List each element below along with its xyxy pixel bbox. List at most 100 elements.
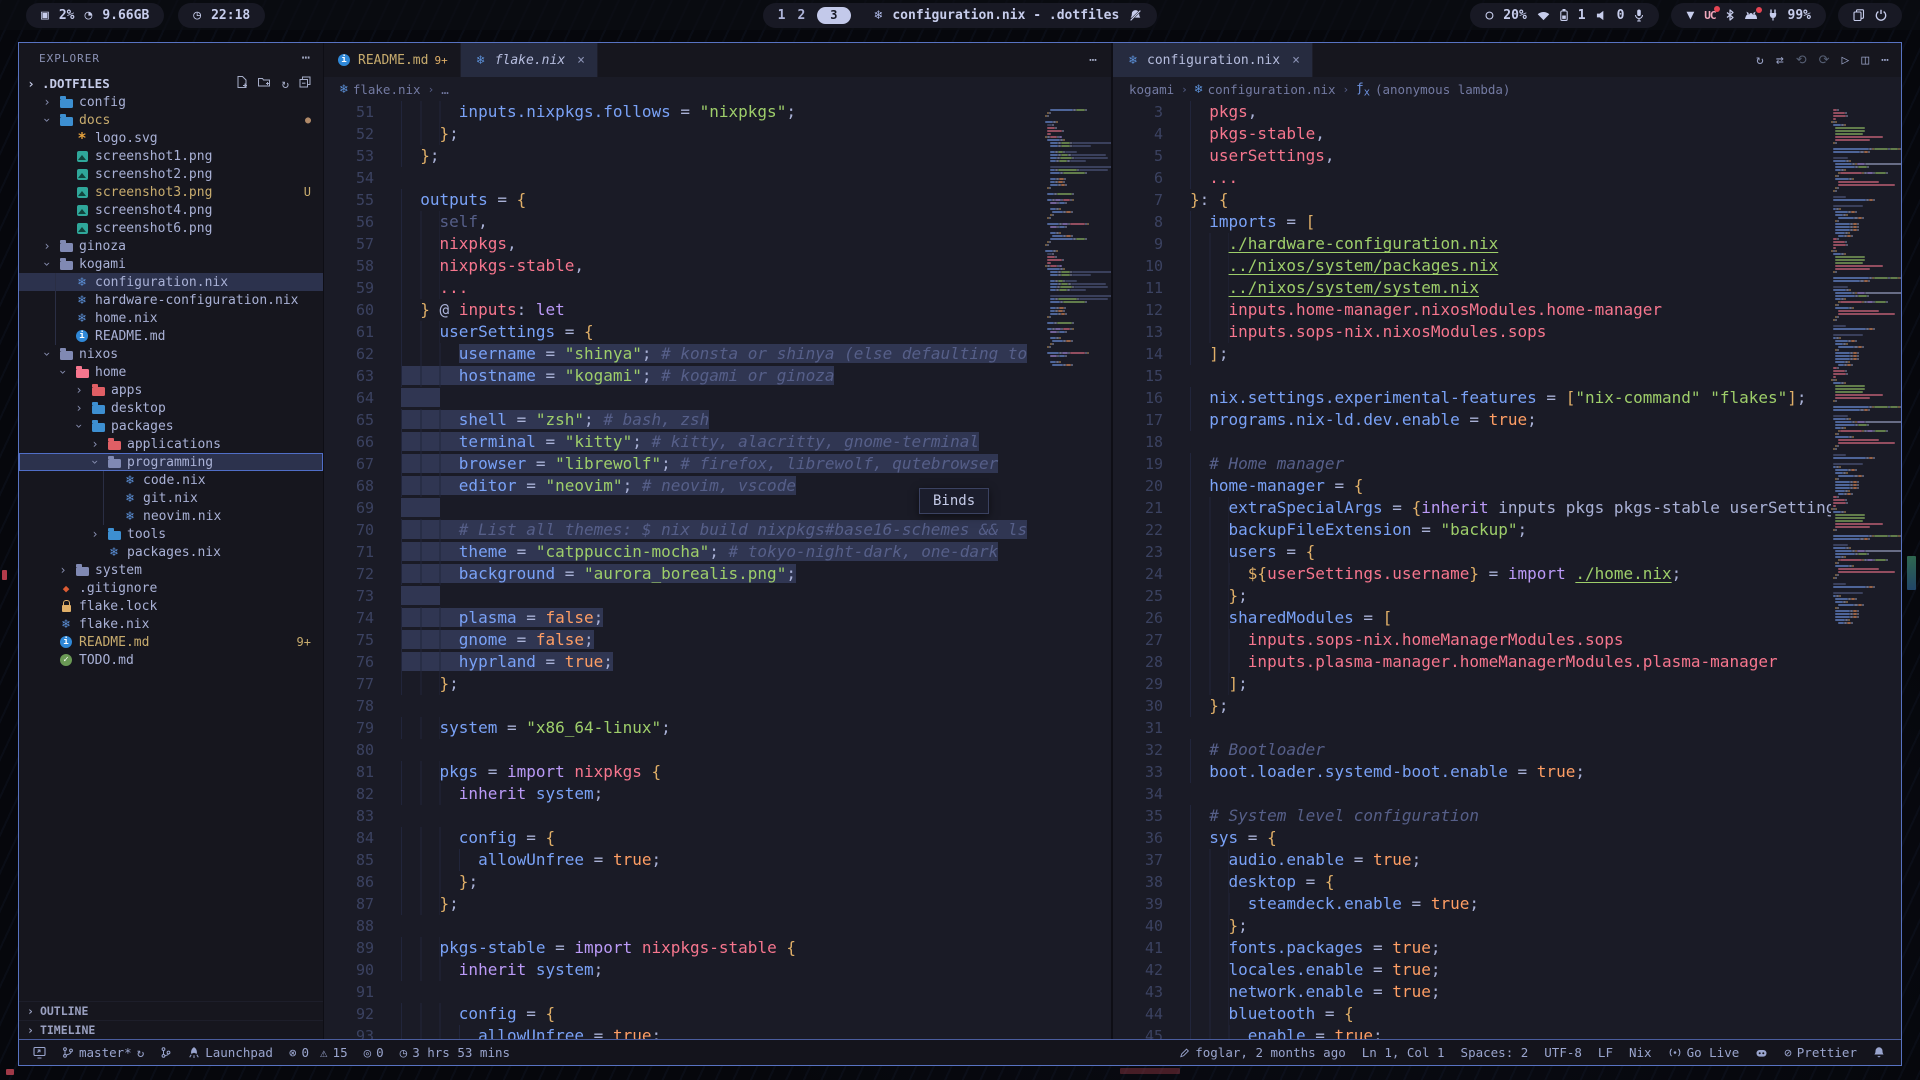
- session-pill[interactable]: [1838, 3, 1902, 28]
- go-live-button[interactable]: Go Live: [1668, 1045, 1740, 1060]
- collapse-folders-button[interactable]: [299, 76, 311, 91]
- tree-item-home.nix[interactable]: ❄home.nix: [19, 309, 323, 327]
- tree-item-ginoza[interactable]: ›ginoza: [19, 237, 323, 255]
- code-line[interactable]: 93 allowUnfree = true;: [324, 1025, 1111, 1039]
- code-line[interactable]: 15: [1113, 365, 1901, 387]
- tree-item-tools[interactable]: ›tools: [19, 525, 323, 543]
- more-tabs-icon[interactable]: ⋯: [1089, 53, 1097, 68]
- time-tracker[interactable]: ◷ 3 hrs 53 mins: [400, 1045, 510, 1060]
- code-line[interactable]: 33 boot.loader.systemd-boot.enable = tru…: [1113, 761, 1901, 783]
- code-line[interactable]: 35 # System level configuration: [1113, 805, 1901, 827]
- hardware-pill[interactable]: ○ 20% 1 0: [1470, 3, 1659, 28]
- code-line[interactable]: 22 backupFileExtension = "backup";: [1113, 519, 1901, 541]
- tab-readme.md[interactable]: iREADME.md9+: [324, 43, 461, 77]
- code-line[interactable]: 83: [324, 805, 1111, 827]
- code-line[interactable]: 90 inherit system;: [324, 959, 1111, 981]
- code-line[interactable]: 37 audio.enable = true;: [1113, 849, 1901, 871]
- minimap[interactable]: [1043, 105, 1105, 367]
- code-line[interactable]: 45 enable = true;: [1113, 1025, 1901, 1039]
- tree-item-screenshot1.png[interactable]: screenshot1.png: [19, 147, 323, 165]
- tree-item-kogami[interactable]: ›kogami: [19, 255, 323, 273]
- code-line[interactable]: 30 };: [1113, 695, 1901, 717]
- code-line[interactable]: 32 # Bootloader: [1113, 739, 1901, 761]
- run-file-icon[interactable]: ▷: [1842, 53, 1850, 68]
- tree-item-applications[interactable]: ›applications: [19, 435, 323, 453]
- git-branch-indicator[interactable]: master* ↻: [62, 1045, 144, 1060]
- tree-item-config[interactable]: ›config: [19, 93, 323, 111]
- code-line[interactable]: 67 browser = "librewolf"; # firefox, lib…: [324, 453, 1111, 475]
- code-line[interactable]: 55 outputs = {: [324, 189, 1111, 211]
- code-line[interactable]: 70 # List all themes: $ nix build nixpkg…: [324, 519, 1111, 541]
- code-line[interactable]: 72 background = "aurora_borealis.png";: [324, 563, 1111, 585]
- code-line[interactable]: 82 inherit system;: [324, 783, 1111, 805]
- code-line[interactable]: 42 locales.enable = true;: [1113, 959, 1901, 981]
- code-line[interactable]: 64: [324, 387, 1111, 409]
- code-line[interactable]: 40 };: [1113, 915, 1901, 937]
- code-line[interactable]: 12 inputs.home-manager.nixosModules.home…: [1113, 299, 1901, 321]
- indentation-setting[interactable]: Spaces: 2: [1461, 1045, 1529, 1060]
- code-line[interactable]: 8 imports = [: [1113, 211, 1901, 233]
- git-blame-annotation[interactable]: foglar, 2 months ago: [1179, 1045, 1346, 1060]
- code-line[interactable]: 77 };: [324, 673, 1111, 695]
- tree-item-todo.md[interactable]: ✓TODO.md: [19, 651, 323, 669]
- code-line[interactable]: 61 userSettings = {: [324, 321, 1111, 343]
- code-line[interactable]: 27 inputs.sops-nix.homeManagerModules.so…: [1113, 629, 1901, 651]
- code-line[interactable]: 21 extraSpecialArgs = {inherit inputs pk…: [1113, 497, 1901, 519]
- clipboard-icon[interactable]: [1853, 9, 1865, 21]
- launchpad-button[interactable]: Launchpad: [188, 1045, 273, 1060]
- code-line[interactable]: 16 nix.settings.experimental-features = …: [1113, 387, 1901, 409]
- tree-item-packages.nix[interactable]: ❄packages.nix: [19, 543, 323, 561]
- new-folder-button[interactable]: [258, 76, 271, 91]
- tree-item-hardware-configuration.nix[interactable]: ❄hardware-configuration.nix: [19, 291, 323, 309]
- breadcrumb-item[interactable]: ƒx(anonymous lambda): [1356, 80, 1510, 99]
- breadcrumb-item[interactable]: ❄configuration.nix: [1195, 82, 1336, 97]
- tab-configuration.nix[interactable]: ❄configuration.nix×: [1113, 43, 1313, 77]
- code-line[interactable]: 10 ../nixos/system/packages.nix: [1113, 255, 1901, 277]
- workspace-1[interactable]: 1: [778, 8, 786, 23]
- devices-pill[interactable]: ▼ UC 99%: [1671, 3, 1826, 28]
- code-line[interactable]: 24 ${userSettings.username} = import ./h…: [1113, 563, 1901, 585]
- code-line[interactable]: 59 ...: [324, 277, 1111, 299]
- tree-item-screenshot6.png[interactable]: screenshot6.png: [19, 219, 323, 237]
- code-line[interactable]: 52 };: [324, 123, 1111, 145]
- tree-item-neovim.nix[interactable]: ❄neovim.nix: [19, 507, 323, 525]
- copilot-button[interactable]: [1755, 1047, 1768, 1059]
- code-line[interactable]: 74 plasma = false;: [324, 607, 1111, 629]
- minimap[interactable]: [1831, 105, 1899, 625]
- code-line[interactable]: 62 username = "shinya"; # konsta or shin…: [324, 343, 1111, 365]
- tree-item-desktop[interactable]: ›desktop: [19, 399, 323, 417]
- close-tab-icon[interactable]: ×: [577, 53, 585, 68]
- code-line[interactable]: 38 desktop = {: [1113, 871, 1901, 893]
- tab-flake.nix[interactable]: ❄flake.nix×: [461, 43, 598, 77]
- code-line[interactable]: 75 gnome = false;: [324, 629, 1111, 651]
- code-line[interactable]: 69: [324, 497, 1111, 519]
- code-line[interactable]: 29 ];: [1113, 673, 1901, 695]
- code-line[interactable]: 44 bluetooth = {: [1113, 1003, 1901, 1025]
- tree-item-docs[interactable]: ›docs●: [19, 111, 323, 129]
- timeline-icon[interactable]: ↻: [1756, 53, 1764, 68]
- code-line[interactable]: 34: [1113, 783, 1901, 805]
- tree-item-screenshot3.png[interactable]: screenshot3.pngU: [19, 183, 323, 201]
- tree-item-.gitignore[interactable]: ◆.gitignore: [19, 579, 323, 597]
- code-editor-flake-nix[interactable]: 51 inputs.nixpkgs.follows = "nixpkgs";52…: [324, 101, 1111, 1039]
- code-line[interactable]: 56 self,: [324, 211, 1111, 233]
- tree-item-screenshot2.png[interactable]: screenshot2.png: [19, 165, 323, 183]
- code-line[interactable]: 66 terminal = "kitty"; # kitty, alacritt…: [324, 431, 1111, 453]
- open-changes-icon[interactable]: ⇄: [1776, 53, 1784, 68]
- split-editor-icon[interactable]: ◫: [1861, 53, 1869, 68]
- encoding-setting[interactable]: UTF-8: [1544, 1045, 1582, 1060]
- tree-item-git.nix[interactable]: ❄git.nix: [19, 489, 323, 507]
- tree-item-nixos[interactable]: ›nixos: [19, 345, 323, 363]
- clock-pill[interactable]: ◷ 22:18: [178, 3, 265, 28]
- breadcrumb-left[interactable]: ❄flake.nix›…: [324, 77, 1111, 101]
- tree-root-dotfiles[interactable]: › .DOTFILES ↻: [19, 73, 323, 93]
- code-line[interactable]: 73: [324, 585, 1111, 607]
- notification-mute-icon[interactable]: [1129, 9, 1142, 22]
- code-line[interactable]: 54: [324, 167, 1111, 189]
- code-line[interactable]: 20 home-manager = {: [1113, 475, 1901, 497]
- code-line[interactable]: 92 config = {: [324, 1003, 1111, 1025]
- code-line[interactable]: 28 inputs.plasma-manager.homeManagerModu…: [1113, 651, 1901, 673]
- code-line[interactable]: 4 pkgs-stable,: [1113, 123, 1901, 145]
- code-line[interactable]: 39 steamdeck.enable = true;: [1113, 893, 1901, 915]
- code-line[interactable]: 23 users = {: [1113, 541, 1901, 563]
